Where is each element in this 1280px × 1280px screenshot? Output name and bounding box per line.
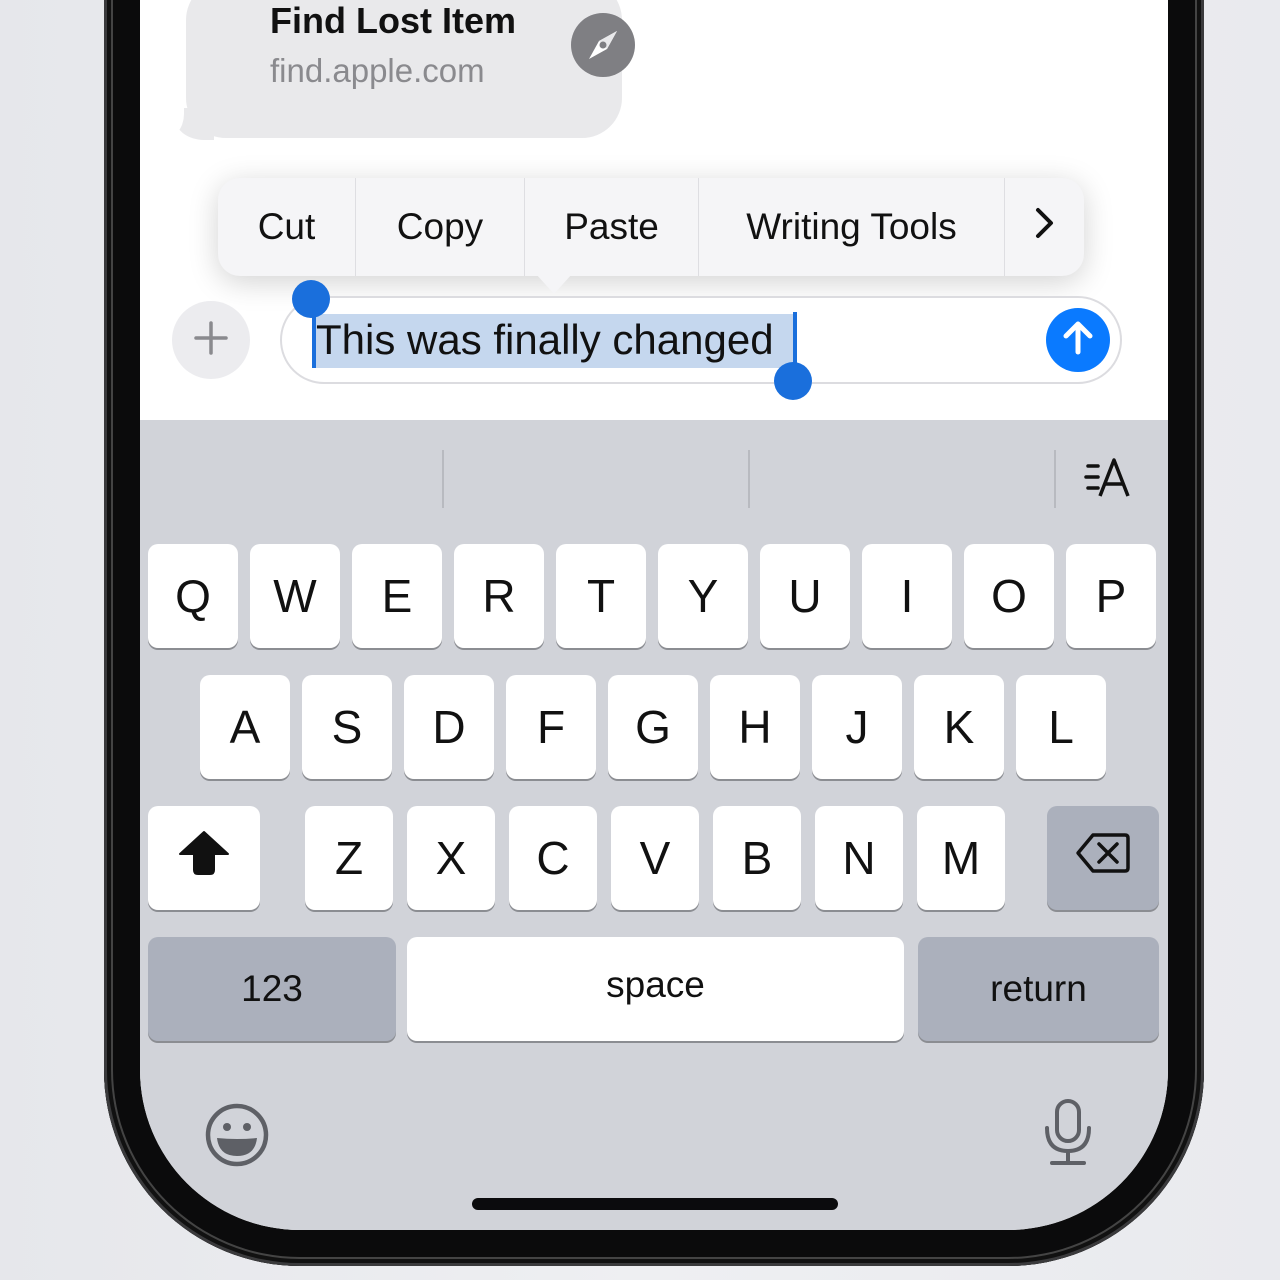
key-n[interactable]: N xyxy=(815,806,903,910)
copy-button[interactable]: Copy xyxy=(356,178,525,276)
message-input-text[interactable]: This was finally changed xyxy=(316,316,774,364)
compass-icon xyxy=(571,13,635,77)
delete-icon xyxy=(1075,831,1131,886)
shift-key[interactable] xyxy=(148,806,260,910)
key-k[interactable]: K xyxy=(914,675,1004,779)
key-x[interactable]: X xyxy=(407,806,495,910)
key-l[interactable]: L xyxy=(1016,675,1106,779)
send-button[interactable] xyxy=(1046,308,1110,372)
emoji-button[interactable] xyxy=(204,1102,270,1173)
key-o[interactable]: O xyxy=(964,544,1054,648)
key-v[interactable]: V xyxy=(611,806,699,910)
link-preview-bubble[interactable]: Find Lost Item find.apple.com xyxy=(186,0,635,138)
key-d[interactable]: D xyxy=(404,675,494,779)
key-u[interactable]: U xyxy=(760,544,850,648)
cut-button[interactable]: Cut xyxy=(218,178,356,276)
link-title: Find Lost Item xyxy=(270,0,516,41)
edit-menu: Cut Copy Paste Writing Tools xyxy=(218,178,1084,276)
space-key[interactable]: space xyxy=(407,937,904,1041)
emoji-icon xyxy=(204,1103,270,1172)
paste-button[interactable]: Paste xyxy=(525,178,699,276)
selection-start-handle[interactable] xyxy=(292,280,330,318)
shift-icon xyxy=(178,830,230,887)
return-key[interactable]: return xyxy=(918,937,1159,1041)
key-s[interactable]: S xyxy=(302,675,392,779)
home-indicator[interactable] xyxy=(472,1198,838,1210)
text-format-button[interactable] xyxy=(1084,456,1134,510)
key-f[interactable]: F xyxy=(506,675,596,779)
more-options-button[interactable] xyxy=(1005,178,1084,276)
suggestion-divider xyxy=(748,450,750,508)
key-m[interactable]: M xyxy=(917,806,1005,910)
key-w[interactable]: W xyxy=(250,544,340,648)
suggestion-divider xyxy=(1054,450,1056,508)
key-e[interactable]: E xyxy=(352,544,442,648)
key-c[interactable]: C xyxy=(509,806,597,910)
key-a[interactable]: A xyxy=(200,675,290,779)
key-h[interactable]: H xyxy=(710,675,800,779)
selection-start-caret xyxy=(312,312,316,368)
keyboard: QWERTYUIOP ASDFGHJKL ZXCVBNM 123 space r… xyxy=(140,420,1168,1230)
suggestion-divider xyxy=(442,450,444,508)
key-j[interactable]: J xyxy=(812,675,902,779)
delete-key[interactable] xyxy=(1047,806,1159,910)
microphone-icon xyxy=(1040,1099,1096,1172)
key-b[interactable]: B xyxy=(713,806,801,910)
writing-tools-button[interactable]: Writing Tools xyxy=(699,178,1005,276)
screen: Find Lost Item find.apple.com Cut Copy P… xyxy=(140,0,1168,1230)
arrow-up-icon xyxy=(1058,318,1098,363)
chevron-right-icon xyxy=(1034,206,1056,249)
message-input[interactable]: This was finally changed xyxy=(280,296,1122,384)
menu-pointer xyxy=(536,274,572,294)
add-attachment-button[interactable] xyxy=(172,301,250,379)
link-url: find.apple.com xyxy=(270,52,485,89)
key-i[interactable]: I xyxy=(862,544,952,648)
dictation-button[interactable] xyxy=(1040,1098,1096,1173)
key-z[interactable]: Z xyxy=(305,806,393,910)
key-t[interactable]: T xyxy=(556,544,646,648)
key-p[interactable]: P xyxy=(1066,544,1156,648)
key-q[interactable]: Q xyxy=(148,544,238,648)
numbers-key[interactable]: 123 xyxy=(148,937,396,1041)
key-y[interactable]: Y xyxy=(658,544,748,648)
plus-icon xyxy=(194,320,228,360)
key-g[interactable]: G xyxy=(608,675,698,779)
key-r[interactable]: R xyxy=(454,544,544,648)
selection-end-handle[interactable] xyxy=(774,362,812,400)
